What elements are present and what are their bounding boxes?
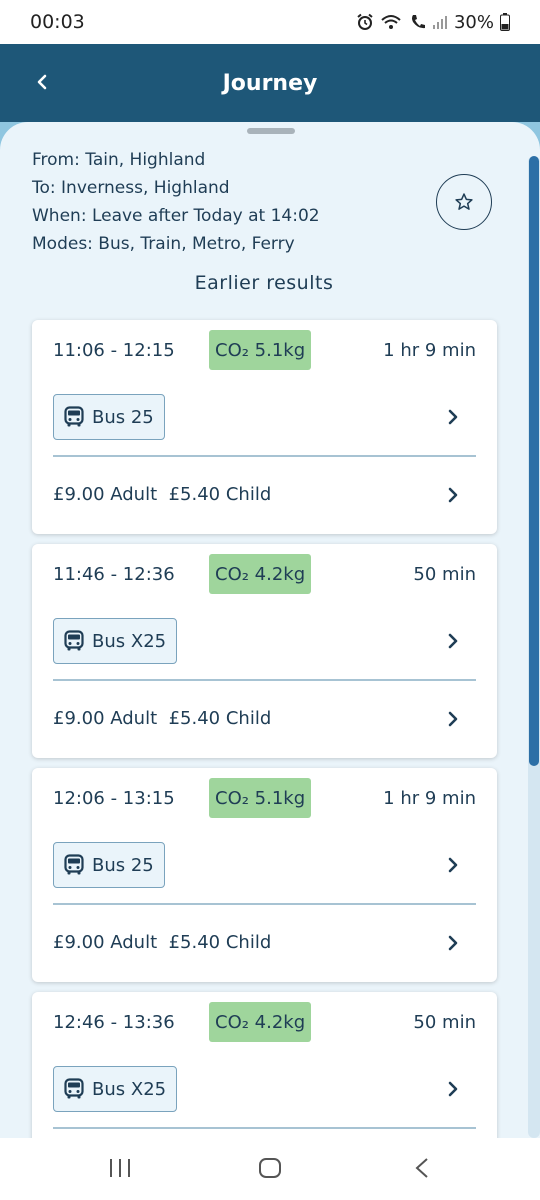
- journey-duration: 1 hr 9 min: [383, 788, 476, 809]
- mode-chip[interactable]: Bus 25: [53, 394, 165, 440]
- co2-badge: CO₂ 5.1kg: [209, 778, 312, 818]
- journey-duration: 50 min: [413, 564, 476, 585]
- chevron-right-icon[interactable]: [445, 409, 461, 425]
- journey-times: 11:46 - 12:36: [53, 564, 175, 585]
- chevron-right-icon[interactable]: [445, 935, 461, 951]
- co2-badge: CO₂ 5.1kg: [209, 330, 312, 370]
- summary-to: To: Inverness, Highland: [32, 178, 230, 198]
- mode-label: Bus X25: [92, 630, 167, 652]
- phone-icon: [411, 15, 425, 29]
- star-icon: [455, 193, 473, 210]
- divider: [53, 903, 476, 905]
- status-time: 00:03: [30, 11, 85, 33]
- mode-label: Bus 25: [92, 406, 154, 428]
- summary-modes: Modes: Bus, Train, Metro, Ferry: [32, 234, 295, 254]
- journey-result-card[interactable]: 11:06 - 12:15 CO₂ 5.1kg 1 hr 9 min Bus 2…: [32, 320, 497, 534]
- mode-label: Bus X25: [92, 1078, 167, 1100]
- scrollbar-thumb[interactable]: [529, 156, 539, 766]
- bus-icon: [64, 854, 84, 875]
- journey-duration: 50 min: [413, 1012, 476, 1033]
- fares-text: £9.00 Adult £5.40 Child: [53, 708, 272, 729]
- journey-times: 12:46 - 13:36: [53, 1012, 175, 1033]
- chevron-right-icon[interactable]: [445, 1081, 461, 1097]
- journey-result-card[interactable]: 12:46 - 13:36 CO₂ 4.2kg 50 min Bus X25 £…: [32, 992, 497, 1138]
- status-bar: 00:03 30%: [0, 0, 540, 44]
- journey-times: 11:06 - 12:15: [53, 340, 175, 361]
- chevron-left-icon: [37, 74, 47, 90]
- mode-chip[interactable]: Bus X25: [53, 618, 178, 664]
- fares-text: £9.00 Adult £5.40 Child: [53, 484, 272, 505]
- signal-icon: [432, 16, 447, 29]
- divider: [53, 679, 476, 681]
- system-nav-bar: [0, 1138, 540, 1200]
- divider: [53, 455, 476, 457]
- summary-from: From: Tain, Highland: [32, 150, 206, 170]
- recents-icon[interactable]: [108, 1158, 132, 1178]
- chevron-right-icon[interactable]: [445, 487, 461, 503]
- chevron-right-icon[interactable]: [445, 633, 461, 649]
- back-button[interactable]: [24, 64, 60, 100]
- chevron-right-icon[interactable]: [445, 857, 461, 873]
- battery-percent: 30%: [453, 11, 494, 33]
- co2-badge: CO₂ 4.2kg: [209, 554, 312, 594]
- journey-summary: From: Tain, Highland To: Inverness, High…: [32, 146, 320, 258]
- summary-when: When: Leave after Today at 14:02: [32, 206, 320, 226]
- chevron-right-icon[interactable]: [445, 711, 461, 727]
- journey-duration: 1 hr 9 min: [383, 340, 476, 361]
- results-list: 11:06 - 12:15 CO₂ 5.1kg 1 hr 9 min Bus 2…: [32, 320, 497, 1138]
- mode-chip[interactable]: Bus 25: [53, 842, 165, 888]
- journey-result-card[interactable]: 12:06 - 13:15 CO₂ 5.1kg 1 hr 9 min Bus 2…: [32, 768, 497, 982]
- wifi-call-icon: [381, 15, 401, 29]
- journey-times: 12:06 - 13:15: [53, 788, 175, 809]
- bus-icon: [64, 406, 84, 427]
- mode-chip[interactable]: Bus X25: [53, 1066, 178, 1112]
- system-back-icon[interactable]: [414, 1157, 430, 1179]
- co2-badge: CO₂ 4.2kg: [209, 1002, 312, 1042]
- journey-sheet: From: Tain, Highland To: Inverness, High…: [0, 122, 540, 1138]
- battery-icon: [500, 13, 510, 31]
- drag-handle[interactable]: [247, 128, 295, 134]
- alarm-icon: [357, 13, 373, 30]
- divider: [53, 1127, 476, 1129]
- home-icon[interactable]: [258, 1157, 282, 1179]
- journey-result-card[interactable]: 11:46 - 12:36 CO₂ 4.2kg 50 min Bus X25 £…: [32, 544, 497, 758]
- bus-icon: [64, 630, 84, 651]
- favourite-button[interactable]: [436, 174, 492, 230]
- status-icons: 30%: [356, 12, 510, 33]
- page-title: Journey: [222, 70, 318, 96]
- mode-label: Bus 25: [92, 854, 154, 876]
- fares-text: £9.00 Adult £5.40 Child: [53, 932, 272, 953]
- app-header: Journey: [0, 44, 540, 122]
- earlier-results-button[interactable]: Earlier results: [0, 272, 528, 294]
- bus-icon: [64, 1078, 84, 1099]
